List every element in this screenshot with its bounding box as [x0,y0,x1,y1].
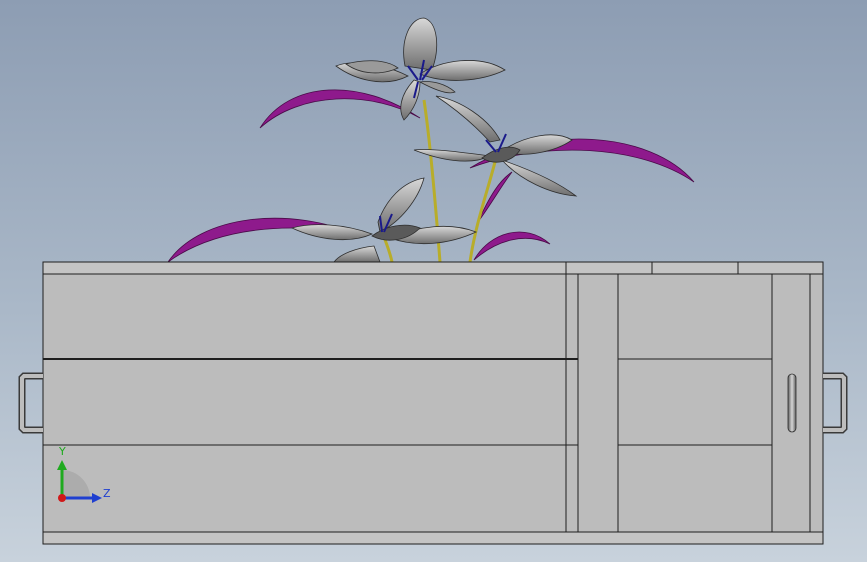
lily-flower-right [413,95,578,197]
handle-left[interactable] [18,372,43,434]
planter-box[interactable] [42,261,824,545]
leaf-lower-right [473,231,551,261]
planter-top-rim [42,261,824,275]
graphics-viewport[interactable]: Y Z [0,0,867,562]
door-handle[interactable] [787,373,797,433]
lily-flower-top [335,17,506,121]
model-scene[interactable]: Y Z [0,0,867,562]
handle-right[interactable] [823,372,848,434]
leaf-upper-left [259,89,421,129]
leaf-mid [477,171,513,223]
z-axis-label: Z [103,487,111,500]
planter-body [42,273,824,533]
planter-base [42,531,824,545]
y-axis-label: Y [58,445,66,458]
lily-flower-bottom [290,177,478,263]
triad-origin [58,494,66,502]
